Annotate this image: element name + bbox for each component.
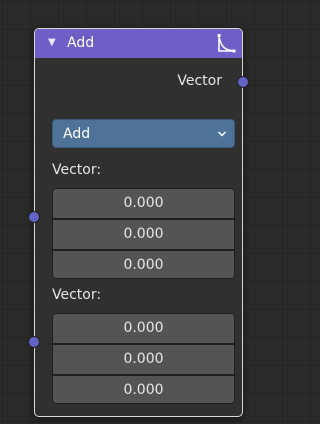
vector-1-fields: 0.000 0.000 0.000 — [52, 188, 235, 279]
vector-2-z-field[interactable]: 0.000 — [53, 376, 234, 403]
vector-math-node[interactable]: ▼ Add Vector Add Vector: 0.000 0.000 0.0… — [28, 28, 249, 417]
vector-2-y-field[interactable]: 0.000 — [53, 345, 234, 374]
operation-dropdown-label: Add — [63, 126, 91, 142]
output-socket[interactable] — [237, 76, 249, 88]
vector-1-y-field[interactable]: 0.000 — [53, 220, 234, 249]
chevron-down-icon — [217, 131, 227, 137]
vector-2-x-field[interactable]: 0.000 — [53, 314, 234, 343]
collapse-triangle-icon[interactable]: ▼ — [48, 36, 56, 50]
node-title: Add — [67, 35, 95, 51]
input-socket-vector-2[interactable] — [28, 336, 40, 348]
input-label-vector-2: Vector: — [52, 287, 102, 303]
vector-1-x-field[interactable]: 0.000 — [53, 189, 234, 218]
input-label-vector-1: Vector: — [52, 162, 102, 178]
vector-2-fields: 0.000 0.000 0.000 — [52, 313, 235, 404]
curve-preview-icon[interactable] — [215, 33, 237, 55]
node-header[interactable]: ▼ Add — [35, 29, 242, 58]
input-socket-vector-1[interactable] — [28, 211, 40, 223]
operation-dropdown[interactable]: Add — [52, 119, 235, 148]
output-socket-label: Vector — [177, 73, 222, 89]
vector-1-z-field[interactable]: 0.000 — [53, 251, 234, 278]
